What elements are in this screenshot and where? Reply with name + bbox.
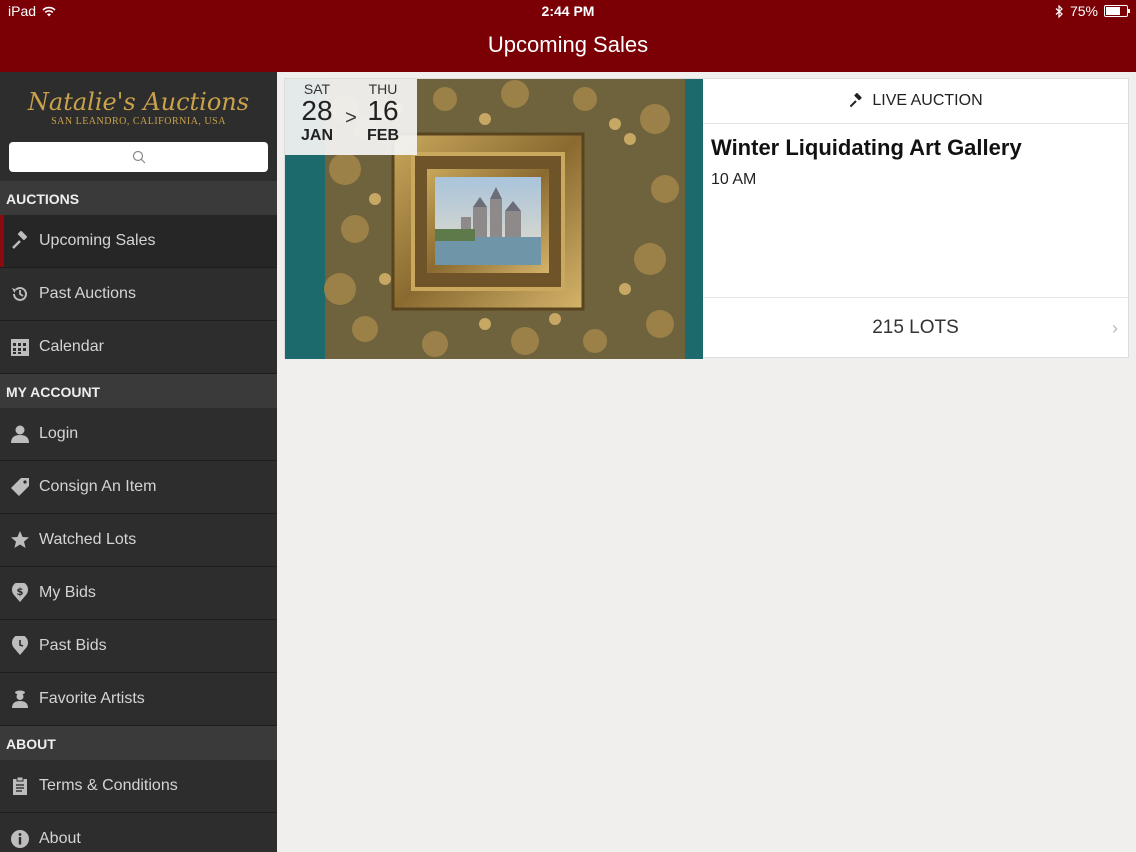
start-date: SAT 28 JAN	[289, 81, 345, 145]
sidebar-item-label: Upcoming Sales	[39, 232, 156, 249]
sidebar-item-terms[interactable]: Terms & Conditions	[0, 760, 277, 813]
user-icon	[10, 424, 30, 444]
sidebar-item-label: Login	[39, 425, 79, 442]
gavel-icon	[850, 93, 863, 108]
sale-card[interactable]: SAT 28 JAN > THU 16 FEB LIVE AUCTION Win…	[284, 78, 1129, 359]
brand-name: Natalie's Auctions	[27, 88, 250, 116]
sale-photo: SAT 28 JAN > THU 16 FEB	[285, 79, 703, 359]
battery-fill	[1106, 7, 1120, 15]
end-day: 16	[367, 95, 399, 126]
sale-time: 10 AM	[711, 171, 757, 188]
brand-logo: Natalie's Auctions SAN LEANDRO, CALIFORN…	[0, 72, 277, 138]
status-time: 2:44 PM	[541, 3, 595, 19]
section-my-account: MY ACCOUNT	[0, 374, 277, 408]
sidebar-item-consign[interactable]: Consign An Item	[0, 461, 277, 514]
sidebar-item-label: About	[39, 830, 81, 847]
start-month: JAN	[300, 127, 333, 144]
auction-type-label: LIVE AUCTION	[872, 92, 983, 109]
start-day: 28	[301, 95, 333, 126]
search-icon	[132, 150, 145, 164]
end-month: FEB	[367, 127, 399, 144]
bluetooth-icon	[1055, 4, 1063, 18]
sidebar: Natalie's Auctions SAN LEANDRO, CALIFORN…	[0, 72, 277, 852]
chevron-right-icon: ›	[1112, 318, 1118, 338]
sidebar-item-my-bids[interactable]: $ My Bids	[0, 567, 277, 620]
sale-info: LIVE AUCTION Winter Liquidating Art Gall…	[703, 79, 1128, 357]
sidebar-item-label: Favorite Artists	[39, 690, 145, 707]
page-title: Upcoming Sales	[487, 32, 649, 57]
end-date: THU 16 FEB	[355, 81, 411, 145]
sidebar-item-label: Past Bids	[39, 637, 107, 654]
sidebar-item-past-auctions[interactable]: Past Auctions	[0, 268, 277, 321]
battery-percent: 75%	[1069, 3, 1098, 19]
lots-link[interactable]: 215 LOTS ›	[703, 297, 1128, 357]
sale-date-range: SAT 28 JAN > THU 16 FEB	[285, 79, 417, 155]
battery-icon	[1104, 5, 1130, 17]
brand-location: SAN LEANDRO, CALIFORNIA, USA	[51, 116, 226, 127]
sidebar-item-past-bids[interactable]: Past Bids	[0, 620, 277, 673]
svg-text:$: $	[17, 587, 24, 598]
dollar-pin-icon: $	[10, 583, 30, 603]
section-auctions: AUCTIONS	[0, 181, 277, 215]
sidebar-item-label: Consign An Item	[39, 478, 157, 495]
star-icon	[10, 530, 30, 550]
sidebar-item-watched-lots[interactable]: Watched Lots	[0, 514, 277, 567]
lots-count: 215 LOTS	[872, 316, 959, 338]
sidebar-item-favorite-artists[interactable]: Favorite Artists	[0, 673, 277, 726]
sidebar-item-login[interactable]: Login	[0, 408, 277, 461]
sidebar-item-label: My Bids	[39, 584, 96, 601]
clipboard-icon	[10, 776, 30, 796]
sidebar-item-label: Calendar	[39, 338, 104, 355]
sidebar-item-calendar[interactable]: Calendar	[0, 321, 277, 374]
calendar-icon	[10, 337, 30, 357]
sidebar-item-label: Watched Lots	[39, 531, 137, 548]
gavel-icon	[10, 231, 30, 251]
tag-icon	[10, 477, 30, 497]
clock-pin-icon	[10, 636, 30, 656]
history-icon	[10, 284, 30, 304]
sale-title: Winter Liquidating Art Gallery	[711, 135, 1022, 160]
section-about: ABOUT	[0, 726, 277, 760]
auction-type: LIVE AUCTION	[703, 79, 1128, 124]
search-input[interactable]	[9, 142, 268, 172]
sidebar-item-label: Past Auctions	[39, 285, 136, 302]
sidebar-item-about[interactable]: About	[0, 813, 277, 852]
sidebar-item-label: Terms & Conditions	[39, 777, 178, 794]
top-bar: iPad 2:44 PM 75% Upcoming Sales	[0, 0, 1136, 72]
status-right: 75%	[1055, 3, 1130, 19]
sidebar-item-upcoming-sales[interactable]: Upcoming Sales	[0, 215, 277, 268]
info-icon	[10, 829, 30, 849]
artist-icon	[10, 689, 30, 709]
